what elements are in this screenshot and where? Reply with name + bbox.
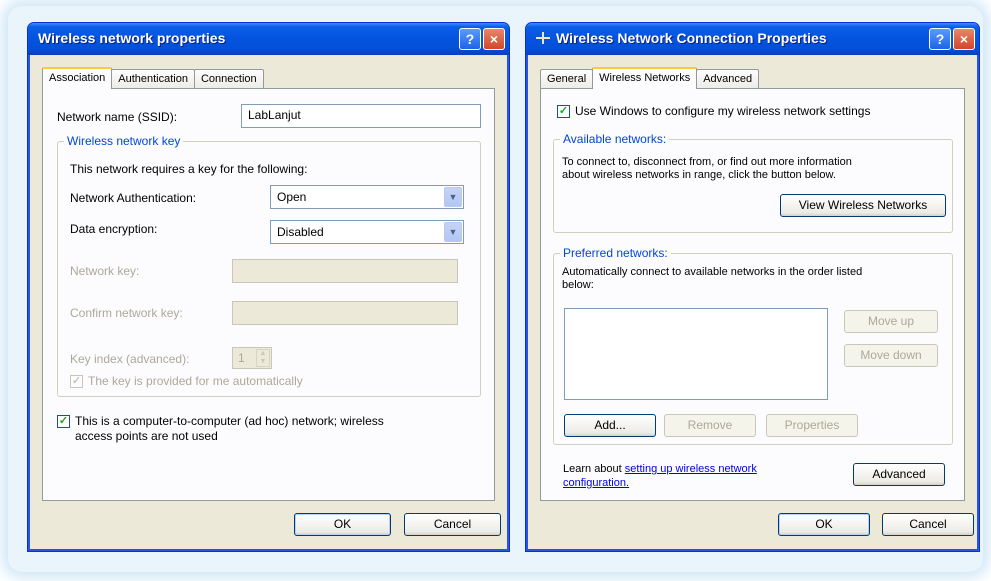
spin-arrows-icon[interactable]: ▲ ▼ — [256, 349, 270, 367]
auth-select-value: Open — [277, 190, 307, 204]
add-button[interactable]: Add... — [564, 414, 656, 437]
learn-prefix: Learn about — [563, 463, 622, 475]
use-windows-label: Use Windows to configure my wireless net… — [575, 104, 871, 118]
network-key-label: Network key: — [70, 264, 140, 278]
auto-key-checkbox[interactable]: ✓ — [70, 375, 83, 388]
adhoc-label-line1: This is a computer-to-computer (ad hoc) … — [75, 414, 384, 428]
ok-button[interactable]: OK — [294, 513, 391, 536]
dialog-client-area: General Wireless Networks Advanced ✓ Use… — [530, 55, 975, 547]
auto-key-label: The key is provided for me automatically — [88, 374, 303, 388]
network-key-input[interactable] — [232, 259, 458, 283]
use-windows-checkbox[interactable]: ✓ — [557, 105, 570, 118]
available-networks-label: Available networks: — [560, 132, 670, 146]
tab-strip: General Wireless Networks Advanced — [540, 67, 760, 89]
key-index-spinner[interactable]: 1 ▲ ▼ — [232, 347, 272, 369]
key-index-label: Key index (advanced): — [70, 352, 190, 366]
encryption-select[interactable]: Disabled ▼ — [270, 220, 464, 244]
auth-select[interactable]: Open ▼ — [270, 185, 464, 209]
cancel-button[interactable]: Cancel — [404, 513, 501, 536]
advanced-button[interactable]: Advanced — [853, 463, 945, 486]
wireless-key-group-label: Wireless network key — [64, 134, 184, 148]
title-bar[interactable]: Wireless network properties ? × — [28, 23, 509, 55]
network-connection-icon — [536, 31, 550, 45]
help-button[interactable]: ? — [459, 28, 481, 50]
close-button[interactable]: × — [953, 28, 975, 50]
wireless-key-group: Wireless network key This network requir… — [57, 134, 481, 397]
tab-connection[interactable]: Connection — [193, 69, 264, 89]
move-down-button[interactable]: Move down — [844, 344, 938, 367]
dialog-title: Wireless network properties — [38, 30, 226, 46]
adhoc-label-line2: access points are not used — [75, 429, 218, 443]
available-text-line1: To connect to, disconnect from, or find … — [562, 156, 852, 168]
move-up-button[interactable]: Move up — [844, 310, 938, 333]
auth-label: Network Authentication: — [70, 191, 197, 205]
tab-authentication[interactable]: Authentication — [111, 69, 195, 89]
wireless-network-properties-dialog: Wireless network properties ? × Associat… — [27, 22, 510, 552]
tab-general[interactable]: General — [540, 69, 594, 89]
adhoc-checkbox[interactable]: ✓ — [57, 415, 70, 428]
wireless-networks-panel: ✓ Use Windows to configure my wireless n… — [540, 88, 965, 501]
preferred-networks-label: Preferred networks: — [560, 246, 671, 260]
chevron-down-icon[interactable]: ▼ — [444, 187, 462, 207]
cancel-button[interactable]: Cancel — [882, 513, 974, 536]
available-text-line2: about wireless networks in range, click … — [562, 169, 836, 181]
ssid-label: Network name (SSID): — [57, 110, 178, 124]
tab-strip: Association Authentication Connection — [42, 67, 264, 89]
ssid-input[interactable]: LabLanjut — [241, 104, 481, 128]
remove-button[interactable]: Remove — [664, 414, 756, 437]
learn-about-text: Learn about setting up wireless network — [563, 463, 757, 475]
confirm-key-label: Confirm network key: — [70, 306, 183, 320]
wireless-connection-properties-dialog: Wireless Network Connection Properties ?… — [525, 22, 980, 552]
preferred-text-line2: below: — [562, 279, 594, 291]
learn-link-line2[interactable]: configuration. — [563, 477, 629, 489]
tab-association[interactable]: Association — [42, 67, 113, 89]
confirm-key-input[interactable] — [232, 301, 458, 325]
encryption-label: Data encryption: — [70, 222, 158, 236]
dialog-client-area: Association Authentication Connection Ne… — [32, 55, 505, 547]
tab-advanced[interactable]: Advanced — [696, 69, 760, 89]
close-button[interactable]: × — [483, 28, 505, 50]
preferred-text-line1: Automatically connect to available netwo… — [562, 266, 863, 278]
key-requirement-text: This network requires a key for the foll… — [70, 162, 308, 176]
ok-button[interactable]: OK — [778, 513, 870, 536]
title-bar[interactable]: Wireless Network Connection Properties ?… — [526, 23, 979, 55]
preferred-networks-group: Preferred networks: Automatically connec… — [553, 246, 953, 445]
learn-link-line1[interactable]: setting up wireless network — [625, 463, 757, 475]
encryption-select-value: Disabled — [277, 225, 324, 239]
association-panel: Network name (SSID): LabLanjut Wireless … — [42, 88, 495, 501]
dialog-title: Wireless Network Connection Properties — [556, 30, 827, 46]
view-wireless-networks-button[interactable]: View Wireless Networks — [780, 194, 946, 217]
available-networks-group: Available networks: To connect to, disco… — [553, 132, 953, 233]
properties-button[interactable]: Properties — [766, 414, 858, 437]
chevron-down-icon[interactable]: ▼ — [444, 222, 462, 242]
key-index-value: 1 — [238, 351, 245, 365]
preferred-networks-list[interactable] — [564, 308, 828, 400]
dialog-title-wrap: Wireless Network Connection Properties — [536, 30, 827, 46]
help-button[interactable]: ? — [929, 28, 951, 50]
tab-wireless-networks[interactable]: Wireless Networks — [592, 67, 698, 89]
